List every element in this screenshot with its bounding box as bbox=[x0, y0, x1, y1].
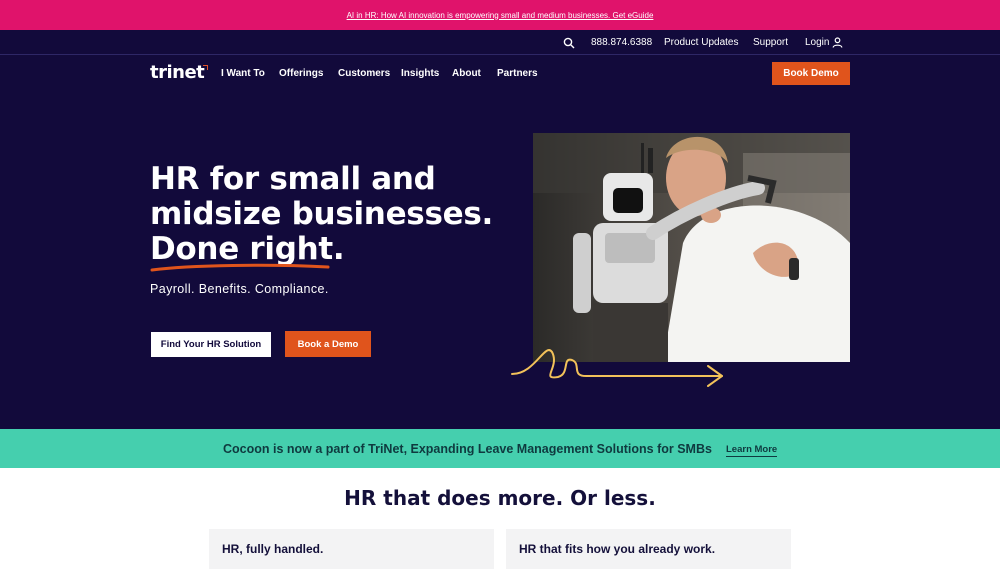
logo-mark bbox=[203, 65, 209, 70]
section-title-rest: Or less. bbox=[563, 486, 656, 510]
person-icon[interactable] bbox=[832, 37, 843, 48]
card-hr-that-fits[interactable]: HR that fits how you already work. bbox=[506, 529, 791, 569]
card-title: HR that fits how you already work. bbox=[519, 542, 716, 556]
book-a-demo-button[interactable]: Book a Demo bbox=[285, 331, 371, 357]
headline-line-1: HR for small and bbox=[150, 161, 436, 197]
section-title-bold: HR that does more. bbox=[344, 486, 564, 510]
section-title: HR that does more. Or less. bbox=[0, 486, 1000, 510]
trinet-logo[interactable]: trinet bbox=[150, 62, 209, 83]
logo-text: trinet bbox=[150, 62, 205, 83]
card-title: HR, fully handled. bbox=[222, 542, 324, 556]
headline-line-2: midsize businesses. bbox=[150, 196, 493, 232]
phone-link[interactable]: 888.874.6388 bbox=[591, 37, 652, 48]
nav-insights[interactable]: Insights bbox=[401, 68, 439, 79]
hero-headline: HR for small and midsize businesses. Don… bbox=[150, 161, 493, 267]
promo-bar: AI in HR: How AI innovation is empowerin… bbox=[0, 0, 1000, 30]
search-icon[interactable] bbox=[563, 37, 575, 49]
announcement-text: Cocoon is now a part of TriNet, Expandin… bbox=[223, 442, 712, 456]
card-hr-fully-handled[interactable]: HR, fully handled. bbox=[209, 529, 494, 569]
product-updates-link[interactable]: Product Updates bbox=[664, 37, 739, 48]
nav-offerings[interactable]: Offerings bbox=[279, 68, 323, 79]
hero-subhead: Payroll. Benefits. Compliance. bbox=[150, 282, 329, 296]
nav-about[interactable]: About bbox=[452, 68, 481, 79]
nav-partners[interactable]: Partners bbox=[497, 68, 538, 79]
support-link[interactable]: Support bbox=[753, 37, 788, 48]
headline-underline bbox=[150, 263, 330, 272]
book-demo-button[interactable]: Book Demo bbox=[772, 62, 850, 85]
find-hr-solution-button[interactable]: Find Your HR Solution bbox=[151, 332, 271, 357]
squiggle-arrow bbox=[511, 349, 723, 387]
nav-i-want-to[interactable]: I Want To bbox=[221, 68, 265, 79]
learn-more-link[interactable]: Learn More bbox=[726, 444, 778, 457]
nav-customers[interactable]: Customers bbox=[338, 68, 390, 79]
login-link[interactable]: Login bbox=[805, 37, 829, 48]
utility-bar: 888.874.6388 Product Updates Support Log… bbox=[0, 30, 1000, 55]
promo-link[interactable]: AI in HR: How AI innovation is empowerin… bbox=[347, 11, 654, 20]
